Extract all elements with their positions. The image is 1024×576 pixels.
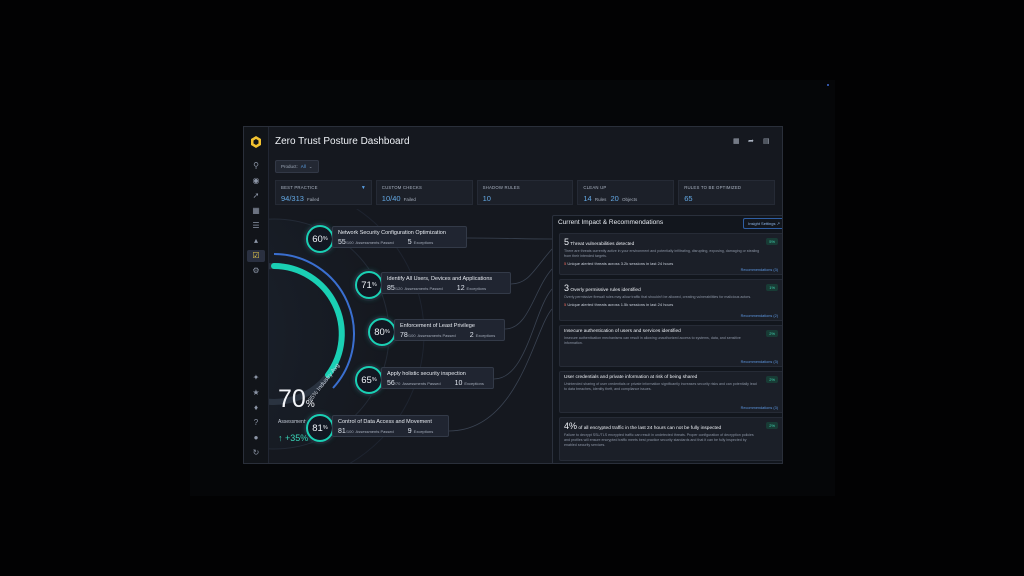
- star-icon[interactable]: ★: [251, 388, 261, 398]
- overall-percent-sign: %: [305, 399, 315, 410]
- expand-icon[interactable]: ↻: [251, 448, 261, 458]
- node-title: Control of Data Access and Movement: [338, 419, 432, 425]
- dashboard-icon[interactable]: ◉: [251, 176, 261, 186]
- filter-label: Product:: [281, 164, 298, 169]
- stat-suffix-2: Objects: [621, 197, 638, 202]
- funnel-icon[interactable]: ▼: [361, 185, 366, 191]
- bell-icon[interactable]: ♦: [251, 403, 261, 413]
- policies-icon[interactable]: ☰: [251, 221, 261, 231]
- recommendations-link[interactable]: Recommendations (3): [741, 360, 778, 364]
- product-filter-dropdown[interactable]: Product: All ⌄: [275, 160, 319, 173]
- recommendation-card[interactable]: User credentials and private information…: [559, 371, 782, 413]
- stats-bar: BEST PRACTICE 94/313 Failed ▼ CUSTOM CHE…: [275, 180, 775, 205]
- node-score[interactable]: 60%: [306, 225, 334, 253]
- stat-label: CLEAN UP: [583, 185, 607, 190]
- user-icon[interactable]: ●: [251, 433, 261, 443]
- posture-icon[interactable]: ☑: [247, 250, 265, 262]
- analytics-icon[interactable]: ➚: [251, 191, 261, 201]
- impact-badge: 5%: [766, 238, 778, 245]
- external-link-icon: ↗: [776, 221, 780, 226]
- arrow-up-icon: ↑: [278, 433, 283, 443]
- node-card[interactable]: Identify All Users, Devices and Applicat…: [381, 272, 511, 294]
- recommendations-link[interactable]: Recommendations (3): [741, 268, 778, 272]
- chevron-down-icon: ⌄: [308, 164, 313, 169]
- recommendation-card[interactable]: 5 Threat vulnerabilities detected There …: [559, 233, 782, 275]
- stat-shadow-rules[interactable]: SHADOW RULES 10: [476, 180, 574, 205]
- stat-value: 14: [583, 194, 592, 203]
- indicator-dot: [827, 84, 829, 86]
- posture-visualization: 85% Industry Avg 70% Assessments Passed …: [269, 209, 554, 463]
- reports-icon[interactable]: ▦: [251, 206, 261, 216]
- stat-label: SHADOW RULES: [482, 185, 520, 190]
- devices-icon[interactable]: ▴: [251, 236, 261, 246]
- dashboard-window: ⚲ ◉ ➚ ▦ ☰ ▴ ☑ ⚙ ✦ ★ ♦ ? ● ↻ Zero Trust P…: [243, 126, 783, 464]
- stat-total: /40: [390, 194, 401, 203]
- stat-value-2: 20: [610, 194, 619, 203]
- stat-best-practice[interactable]: BEST PRACTICE 94/313 Failed ▼: [275, 180, 372, 205]
- impact-badge: 1%: [766, 284, 778, 291]
- stat-value: 10: [482, 194, 491, 203]
- impact-badge: 2%: [766, 376, 778, 383]
- node-score[interactable]: 80%: [368, 318, 396, 346]
- stat-suffix: Failed: [307, 197, 320, 202]
- node-score[interactable]: 71%: [355, 271, 383, 299]
- brand-logo-icon: [251, 136, 261, 148]
- stat-rules-optimized[interactable]: RULES TO BE OPTIMIZED 65: [678, 180, 775, 205]
- stat-label: RULES TO BE OPTIMIZED: [684, 185, 742, 190]
- node-title: Apply holistic security inspection: [387, 371, 466, 377]
- recommendation-card[interactable]: 4% of all encrypted traffic in the last …: [559, 417, 782, 461]
- stat-custom-checks[interactable]: CUSTOM CHECKS 10/40 Failed: [375, 180, 473, 205]
- recommendation-card[interactable]: 3 Overly permissive rules identified Ove…: [559, 279, 782, 321]
- node-score[interactable]: 65%: [355, 366, 383, 394]
- recommendations-link[interactable]: Recommendations (2): [741, 314, 778, 318]
- insight-settings-button[interactable]: Insight Settings ↗: [743, 218, 782, 229]
- node-title: Enforcement of Least Privilege: [400, 323, 475, 329]
- recommendations-link[interactable]: Recommendations (3): [741, 406, 778, 410]
- stat-value: 65: [684, 194, 693, 203]
- gear-icon[interactable]: ⚙: [251, 266, 261, 276]
- node-title: Identify All Users, Devices and Applicat…: [387, 276, 493, 282]
- node-card[interactable]: Control of Data Access and Movement 81/1…: [332, 415, 449, 437]
- stat-suffix: Rules: [594, 197, 607, 202]
- stat-suffix: Failed: [403, 197, 416, 202]
- left-nav-rail: ⚲ ◉ ➚ ▦ ☰ ▴ ☑ ⚙ ✦ ★ ♦ ? ● ↻: [244, 127, 269, 463]
- stat-label: CUSTOM CHECKS: [381, 185, 423, 190]
- node-card[interactable]: Enforcement of Least Privilege 78/100 As…: [394, 319, 505, 341]
- help-icon[interactable]: ?: [251, 418, 261, 428]
- impact-badge: 2%: [766, 422, 778, 429]
- node-score[interactable]: 81%: [306, 414, 334, 442]
- stat-value: 10: [381, 194, 391, 203]
- search-icon[interactable]: ⚲: [251, 161, 261, 171]
- bookmark-icon[interactable]: ▦: [733, 138, 740, 145]
- stat-clean-up[interactable]: CLEAN UP 14 Rules 20 Objects: [577, 180, 675, 205]
- main-content: Zero Trust Posture Dashboard ▦ ➦ ▤ Produ…: [269, 127, 782, 463]
- stat-label: BEST PRACTICE: [281, 185, 318, 190]
- overall-change: +35%: [285, 433, 309, 443]
- node-card[interactable]: Network Security Configuration Optimizat…: [332, 226, 467, 248]
- document-icon[interactable]: ▤: [763, 138, 770, 145]
- overall-percent: 70: [278, 385, 306, 413]
- recommendations-panel: Current Impact & Recommendations Insight…: [552, 215, 782, 463]
- header-actions: ▦ ➦ ▤: [733, 138, 770, 145]
- integrations-icon[interactable]: ✦: [251, 373, 261, 383]
- filter-value: All: [300, 164, 306, 169]
- recommendation-card[interactable]: Insecure authentication of users and ser…: [559, 325, 782, 367]
- page-title: Zero Trust Posture Dashboard: [275, 136, 410, 147]
- stat-total: /313: [289, 194, 304, 203]
- impact-badge: 2%: [766, 330, 778, 337]
- node-card[interactable]: Apply holistic security inspection 56/70…: [381, 367, 494, 389]
- node-title: Network Security Configuration Optimizat…: [338, 230, 446, 236]
- panel-title: Current Impact & Recommendations: [558, 219, 664, 226]
- share-icon[interactable]: ➦: [748, 138, 755, 145]
